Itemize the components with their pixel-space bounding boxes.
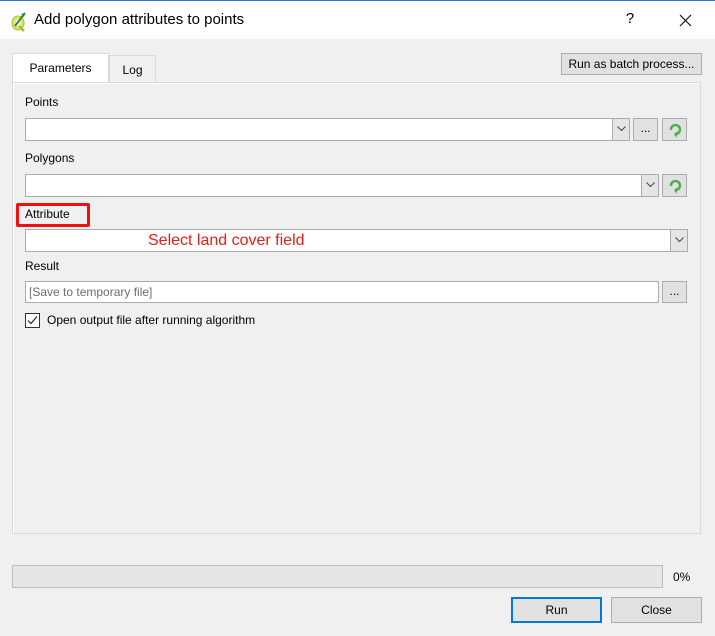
- refresh-icon: [669, 179, 682, 194]
- chevron-down-icon[interactable]: [612, 119, 629, 140]
- progress-percent: 0%: [673, 570, 691, 584]
- refresh-icon: [669, 123, 682, 138]
- annotation-text: Select land cover field: [148, 232, 305, 249]
- progress-bar: [12, 565, 663, 588]
- result-field[interactable]: [Save to temporary file]: [25, 281, 659, 303]
- annotation-highlight-box: [16, 203, 90, 227]
- title-bar: Add polygon attributes to points ?: [0, 0, 715, 39]
- points-iterate-button[interactable]: [662, 118, 687, 141]
- parameters-panel: [12, 82, 701, 534]
- polygons-combo[interactable]: [25, 174, 659, 197]
- result-browse-button[interactable]: ...: [662, 281, 687, 303]
- close-button[interactable]: Close: [611, 597, 702, 623]
- chevron-down-icon[interactable]: [670, 230, 687, 251]
- ellipsis-label: ...: [640, 121, 651, 135]
- tab-log[interactable]: Log: [109, 55, 156, 82]
- run-as-batch-button[interactable]: Run as batch process...: [561, 53, 702, 75]
- window-title: Add polygon attributes to points: [34, 11, 245, 28]
- open-output-label: Open output file after running algorithm: [47, 313, 256, 327]
- points-browse-button[interactable]: ...: [633, 118, 658, 141]
- polygons-label: Polygons: [25, 151, 75, 165]
- tab-parameters[interactable]: Parameters: [12, 53, 109, 82]
- open-output-checkbox[interactable]: [25, 313, 40, 328]
- points-label: Points: [25, 95, 59, 109]
- checkmark-icon: [27, 316, 38, 325]
- run-button[interactable]: Run: [511, 597, 602, 623]
- attribute-combo[interactable]: [25, 229, 688, 252]
- close-icon[interactable]: [676, 10, 696, 32]
- help-button[interactable]: ?: [620, 10, 640, 32]
- chevron-down-icon[interactable]: [641, 175, 658, 196]
- ellipsis-label: ...: [669, 284, 680, 298]
- points-combo[interactable]: [25, 118, 630, 141]
- result-label: Result: [25, 259, 60, 273]
- polygons-iterate-button[interactable]: [662, 174, 687, 197]
- qgis-icon: [9, 10, 29, 32]
